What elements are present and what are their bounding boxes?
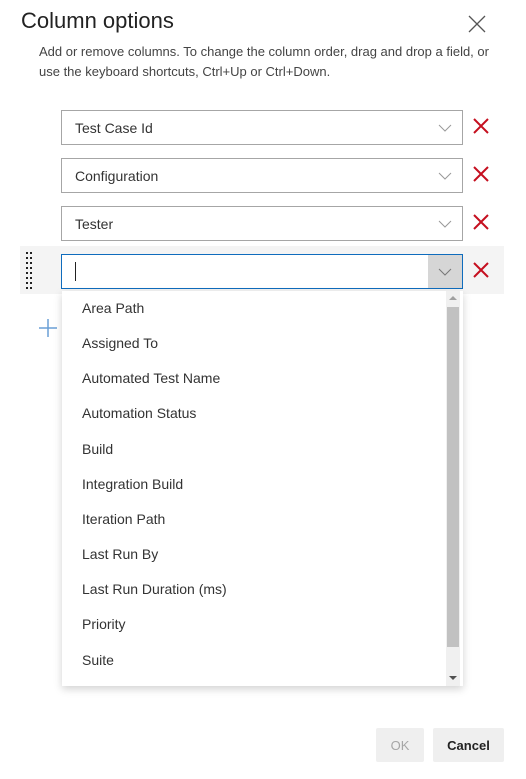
dialog-title: Column options <box>21 8 174 33</box>
column-select-tester[interactable]: Tester <box>61 206 463 241</box>
column-search-input[interactable] <box>61 254 463 289</box>
add-column-button[interactable] <box>38 318 58 338</box>
dropdown-option[interactable]: Automated Test Name <box>82 370 220 386</box>
dropdown-scrollbar[interactable] <box>446 291 460 686</box>
dropdown-option[interactable]: Iteration Path <box>82 511 165 527</box>
chevron-down-icon[interactable] <box>428 255 462 288</box>
column-dropdown-list: Area Path Assigned To Automated Test Nam… <box>62 291 463 686</box>
add-plus-icon <box>39 319 57 337</box>
drag-grip-icon[interactable] <box>26 252 34 289</box>
column-row: Configuration <box>0 152 504 200</box>
column-row-active <box>20 246 504 294</box>
remove-column-button[interactable] <box>472 213 490 231</box>
column-select-test-case-id[interactable]: Test Case Id <box>61 110 463 145</box>
dropdown-option[interactable]: Build <box>82 441 113 457</box>
column-select-value: Test Case Id <box>75 120 153 136</box>
column-row: Test Case Id <box>0 104 504 152</box>
chevron-down-icon[interactable] <box>428 159 462 192</box>
column-select-configuration[interactable]: Configuration <box>61 158 463 193</box>
dropdown-option[interactable]: Area Path <box>82 300 144 316</box>
chevron-down-icon[interactable] <box>428 111 462 144</box>
remove-x-icon <box>473 118 489 134</box>
ok-button[interactable]: OK <box>376 728 424 762</box>
dropdown-option[interactable]: Automation Status <box>82 405 196 421</box>
dropdown-option[interactable]: Integration Build <box>82 476 183 492</box>
dropdown-option[interactable]: Suite <box>82 652 114 668</box>
dropdown-option[interactable]: Priority <box>82 616 126 632</box>
remove-x-icon <box>473 166 489 182</box>
remove-column-button[interactable] <box>472 117 490 135</box>
remove-column-button[interactable] <box>472 261 490 279</box>
scroll-down-arrow-icon[interactable] <box>449 676 457 680</box>
close-icon <box>468 15 486 33</box>
remove-x-icon <box>473 262 489 278</box>
close-button[interactable] <box>465 12 489 36</box>
text-caret <box>75 262 76 281</box>
chevron-down-icon[interactable] <box>428 207 462 240</box>
scrollbar-thumb[interactable] <box>447 307 459 647</box>
dropdown-option[interactable]: Assigned To <box>82 335 158 351</box>
column-select-value: Tester <box>75 216 114 232</box>
dropdown-option[interactable]: Last Run Duration (ms) <box>82 581 227 597</box>
scroll-up-arrow-icon[interactable] <box>449 296 457 300</box>
dialog-description: Add or remove columns. To change the col… <box>39 44 489 79</box>
column-select-value: Configuration <box>75 168 159 184</box>
remove-x-icon <box>473 214 489 230</box>
dropdown-option[interactable]: Last Run By <box>82 546 158 562</box>
remove-column-button[interactable] <box>472 165 490 183</box>
cancel-button[interactable]: Cancel <box>433 728 504 762</box>
column-row: Tester <box>0 200 504 248</box>
